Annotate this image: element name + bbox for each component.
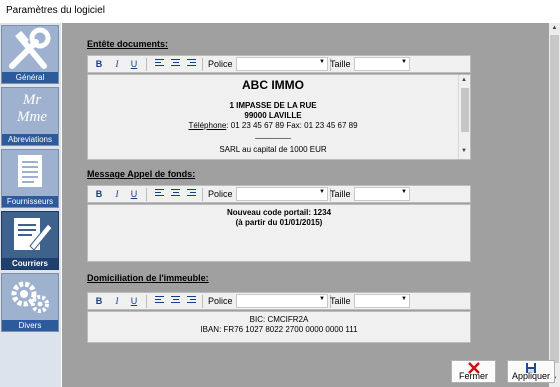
align-center-icon[interactable] <box>171 59 180 69</box>
chevron-down-icon: ▼ <box>401 296 407 302</box>
chevron-down-icon: ▼ <box>319 296 325 302</box>
italic-button[interactable]: I <box>112 58 122 70</box>
header-format-toolbar: B I U Police ▼ Taille ▼ <box>87 55 471 73</box>
font-select[interactable]: ▼ <box>236 294 328 308</box>
nav-general-button[interactable]: Général <box>1 25 59 84</box>
section-domiciliation-title: Domiciliation de l'immeuble: <box>87 273 209 283</box>
header-editor-scrollbar[interactable]: ▲ ▼ <box>458 75 470 159</box>
section-message-title: Message Appel de fonds: <box>87 169 196 179</box>
chevron-down-icon: ▼ <box>319 59 325 65</box>
address-line-2: 99000 LAVILLE <box>244 111 302 120</box>
iban-line: IBAN: FR76 1027 8022 2700 0000 0000 111 <box>200 325 358 334</box>
font-label: Police <box>208 59 233 69</box>
align-left-icon[interactable] <box>155 296 164 306</box>
toolbar-separator <box>202 58 203 71</box>
align-right-icon[interactable] <box>187 59 196 69</box>
company-name: ABC IMMO <box>242 78 304 92</box>
italic-button[interactable]: I <box>112 188 122 200</box>
bic-line: BIC: CMCIFR2A <box>249 315 309 324</box>
sidebar: Général Mr Mme Abreviations Fournisseurs <box>0 23 61 387</box>
section-header-title: Entête documents: <box>87 39 169 49</box>
underline-button[interactable]: U <box>129 295 139 307</box>
nav-courriers-button[interactable]: Courriers <box>1 211 59 270</box>
tools-icon <box>2 26 58 73</box>
message-line-2: (à partir du 01/01/2015) <box>235 218 323 227</box>
underline-button[interactable]: U <box>129 188 139 200</box>
nav-fournisseurs-button[interactable]: Fournisseurs <box>1 149 59 208</box>
toolbar-separator <box>146 58 147 71</box>
message-editor[interactable]: Nouveau code portail: 1234 (à partir du … <box>87 204 471 262</box>
document-icon <box>2 150 58 197</box>
align-left-icon[interactable] <box>155 189 164 199</box>
font-label: Police <box>208 296 233 306</box>
font-select[interactable]: ▼ <box>236 57 328 71</box>
align-left-icon[interactable] <box>155 59 164 69</box>
align-right-icon[interactable] <box>187 189 196 199</box>
scroll-thumb[interactable] <box>550 35 559 363</box>
domiciliation-format-toolbar: B I U Police ▼ Taille ▼ <box>87 292 471 310</box>
scroll-thumb[interactable] <box>461 88 469 132</box>
phone-label: Téléphone <box>188 121 227 130</box>
bold-button[interactable]: B <box>94 295 104 307</box>
chevron-down-icon: ▼ <box>401 189 407 195</box>
nav-abreviations-button[interactable]: Mr Mme Abreviations <box>1 87 59 146</box>
scroll-up-icon[interactable]: ▲ <box>550 24 559 33</box>
apply-button-label: Appliquer <box>511 371 551 381</box>
window-title: Paramètres du logiciel <box>6 5 105 16</box>
nav-divers-label: Divers <box>2 320 58 331</box>
bold-button[interactable]: B <box>94 188 104 200</box>
scroll-up-icon[interactable]: ▲ <box>461 77 467 83</box>
align-right-icon[interactable] <box>187 296 196 306</box>
close-button-label: Fermer <box>459 371 488 381</box>
letter-pen-icon <box>2 212 58 259</box>
address-line-1: 1 IMPASSE DE LA RUE <box>229 101 317 110</box>
font-label: Police <box>208 189 233 199</box>
chevron-down-icon: ▼ <box>401 59 407 65</box>
align-center-icon[interactable] <box>171 296 180 306</box>
nav-divers-button[interactable]: Divers <box>1 273 59 332</box>
window-titlebar: Paramètres du logiciel <box>0 0 560 23</box>
mr-mme-icon: Mr Mme <box>2 88 58 135</box>
toolbar-separator <box>202 188 203 201</box>
align-center-icon[interactable] <box>171 189 180 199</box>
nav-general-label: Général <box>2 72 58 83</box>
size-label: Taille <box>330 296 351 306</box>
toolbar-separator <box>146 188 147 201</box>
scroll-down-icon[interactable]: ▼ <box>461 148 467 154</box>
size-label: Taille <box>330 189 351 199</box>
nav-abreviations-label: Abreviations <box>2 134 58 145</box>
message-format-toolbar: B I U Police ▼ Taille ▼ <box>87 185 471 203</box>
gears-icon <box>2 274 58 321</box>
domiciliation-editor[interactable]: BIC: CMCIFR2A IBAN: FR76 1027 8022 2700 … <box>87 311 471 343</box>
underline-button[interactable]: U <box>129 58 139 70</box>
mr-text: Mr <box>22 92 42 108</box>
chevron-down-icon: ▼ <box>319 189 325 195</box>
capital-line: SARL au capital de 1000 EUR <box>219 145 327 154</box>
italic-button[interactable]: I <box>112 295 122 307</box>
size-select[interactable]: ▼ <box>354 294 410 308</box>
nav-courriers-label: Courriers <box>2 258 58 269</box>
bold-button[interactable]: B <box>94 58 104 70</box>
close-button[interactable]: Fermer <box>451 360 496 383</box>
mme-text: Mme <box>17 109 47 125</box>
font-select[interactable]: ▼ <box>236 187 328 201</box>
nav-fournisseurs-label: Fournisseurs <box>2 196 58 207</box>
apply-button[interactable]: Appliquer <box>507 360 555 383</box>
message-line-1: Nouveau code portail: 1234 <box>226 208 332 217</box>
main-scrollbar[interactable]: ▲ ▼ <box>549 23 560 387</box>
phone-fax-text: : 01 23 45 67 89 Fax: 01 23 45 67 89 <box>226 121 358 130</box>
header-editor[interactable]: ABC IMMO 1 IMPASSE DE LA RUE 99000 LAVIL… <box>87 74 471 160</box>
toolbar-separator <box>202 295 203 308</box>
size-label: Taille <box>330 59 351 69</box>
size-select[interactable]: ▼ <box>354 57 410 71</box>
toolbar-separator <box>146 295 147 308</box>
divider-line: ________ <box>255 130 291 139</box>
size-select[interactable]: ▼ <box>354 187 410 201</box>
